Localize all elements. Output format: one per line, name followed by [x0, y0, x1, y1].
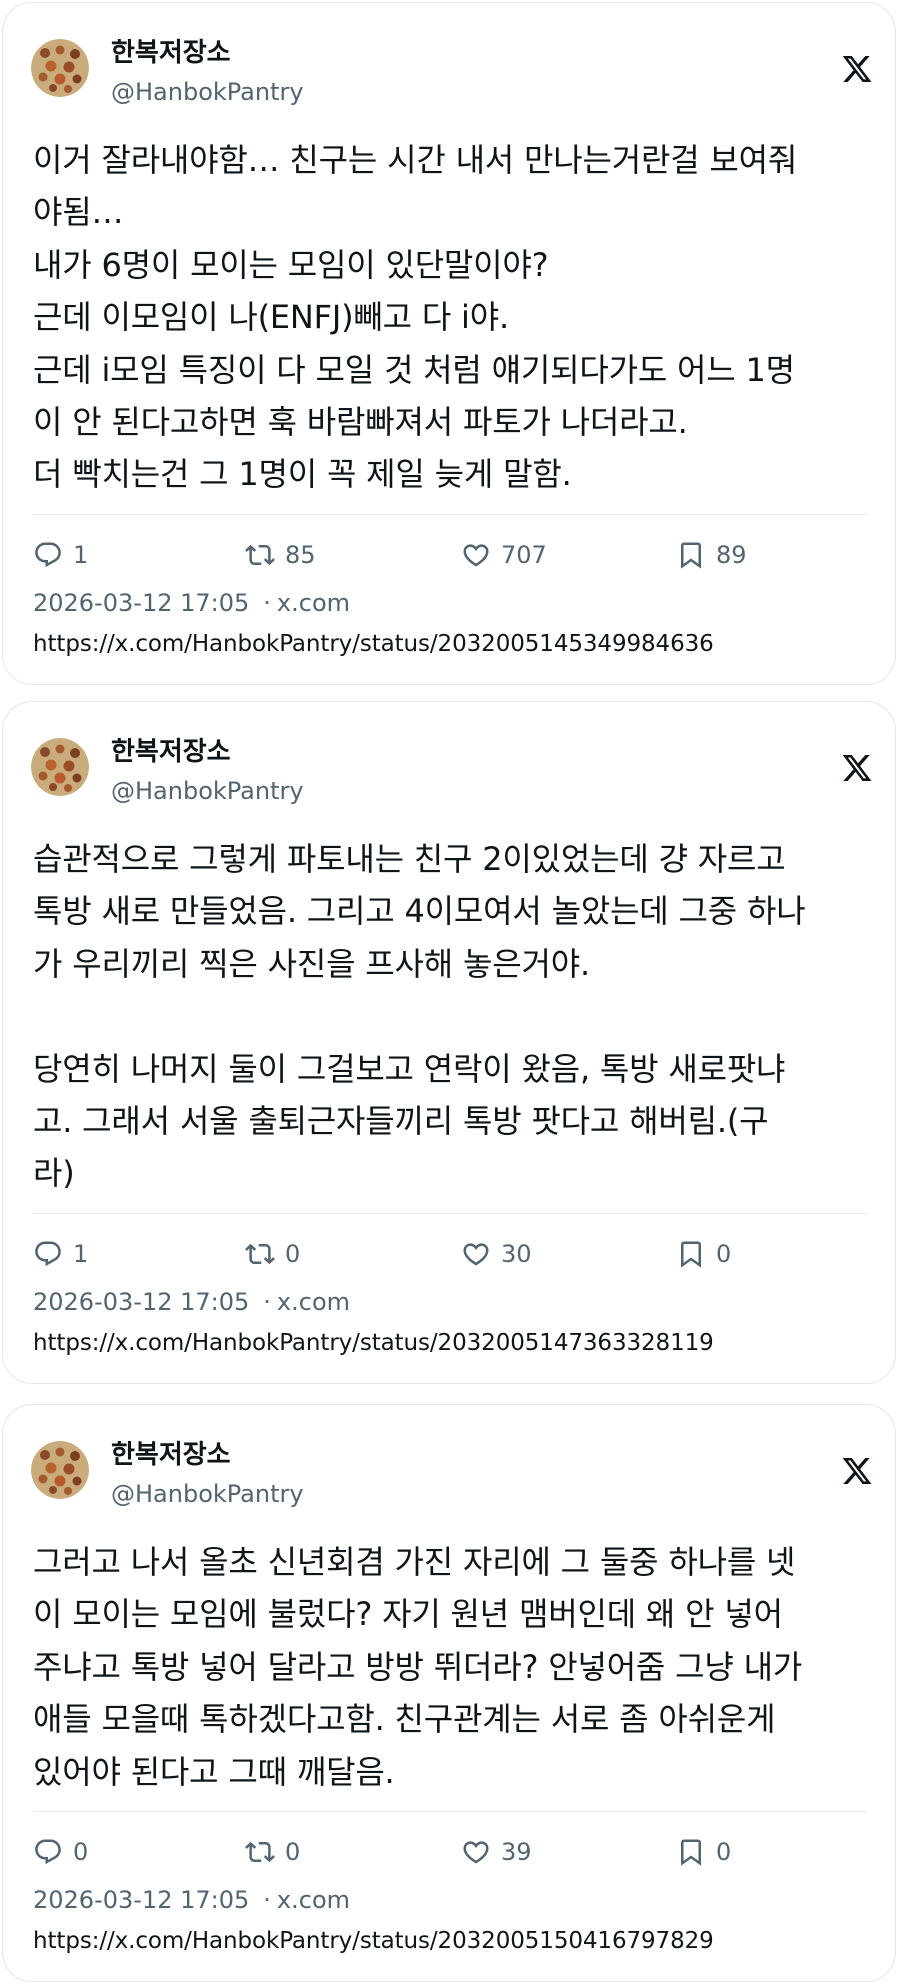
- timestamp[interactable]: 2026-03-12 17:05: [33, 1886, 249, 1914]
- bookmark-icon: [676, 1239, 706, 1269]
- reply-count: 0: [73, 1838, 89, 1866]
- timestamp[interactable]: 2026-03-12 17:05: [33, 589, 249, 617]
- user-handle[interactable]: @HanbokPantry: [111, 776, 304, 806]
- bookmark-count: 89: [716, 541, 747, 569]
- heart-icon: [461, 1837, 491, 1867]
- bookmark-button[interactable]: 0: [676, 1237, 731, 1271]
- like-count: 39: [501, 1838, 532, 1866]
- avatar[interactable]: [31, 738, 89, 796]
- repost-icon: [245, 1837, 275, 1867]
- like-button[interactable]: 39: [461, 1835, 532, 1869]
- reply-button[interactable]: 1: [33, 538, 88, 572]
- like-button[interactable]: 707: [461, 538, 547, 572]
- bookmark-icon: [676, 1837, 706, 1867]
- bookmark-count: 0: [716, 1838, 732, 1866]
- heart-icon: [461, 540, 491, 570]
- repost-count: 85: [285, 541, 316, 569]
- tweet-text: 이거 잘라내야함… 친구는 시간 내서 만나는거란걸 보여줘 야됨… 내가 6명…: [33, 141, 798, 494]
- bookmark-button[interactable]: 0: [676, 1835, 731, 1869]
- user-handle[interactable]: @HanbokPantry: [111, 77, 304, 107]
- like-count: 707: [501, 541, 547, 569]
- reply-icon: [33, 1837, 63, 1867]
- bookmark-icon: [676, 540, 706, 570]
- tweet-url[interactable]: https://x.com/HanbokPantry/status/203200…: [33, 629, 714, 659]
- source-label: x.com: [276, 1288, 351, 1316]
- tweet-url[interactable]: https://x.com/HanbokPantry/status/203200…: [33, 1328, 714, 1358]
- tweet-meta: 2026-03-12 17:05 · x.com: [33, 1288, 351, 1316]
- reply-count: 1: [73, 541, 89, 569]
- avatar-image: [31, 1441, 89, 1499]
- avatar[interactable]: [31, 39, 89, 97]
- tweet-meta: 2026-03-12 17:05 · x.com: [33, 589, 351, 617]
- tweet-meta: 2026-03-12 17:05 · x.com: [33, 1886, 351, 1914]
- repost-icon: [245, 540, 275, 570]
- display-name[interactable]: 한복저장소: [111, 37, 231, 69]
- display-name[interactable]: 한복저장소: [111, 736, 231, 768]
- repost-button[interactable]: 85: [245, 538, 316, 572]
- repost-count: 0: [285, 1838, 301, 1866]
- reply-button[interactable]: 0: [33, 1835, 88, 1869]
- repost-icon: [245, 1239, 275, 1269]
- repost-count: 0: [285, 1240, 301, 1268]
- divider: [33, 1811, 867, 1812]
- user-handle[interactable]: @HanbokPantry: [111, 1479, 304, 1509]
- avatar-image: [31, 738, 89, 796]
- repost-button[interactable]: 0: [245, 1835, 300, 1869]
- reply-count: 1: [73, 1240, 89, 1268]
- x-logo-icon[interactable]: [841, 752, 873, 784]
- like-count: 30: [501, 1240, 532, 1268]
- avatar-image: [31, 39, 89, 97]
- reply-button[interactable]: 1: [33, 1237, 88, 1271]
- bookmark-count: 0: [716, 1240, 732, 1268]
- divider: [33, 1213, 867, 1214]
- tweet-url[interactable]: https://x.com/HanbokPantry/status/203200…: [33, 1926, 714, 1956]
- reply-icon: [33, 1239, 63, 1269]
- tweet-card: 한복저장소 @HanbokPantry 습관적으로 그렇게 파토내는 친구 2이…: [2, 701, 896, 1384]
- source-label: x.com: [276, 589, 351, 617]
- x-logo-icon[interactable]: [841, 53, 873, 85]
- tweet-card: 한복저장소 @HanbokPantry 그러고 나서 올초 신년회겸 가진 자리…: [2, 1404, 896, 1982]
- x-logo-icon[interactable]: [841, 1455, 873, 1487]
- source-label: x.com: [276, 1886, 351, 1914]
- timestamp[interactable]: 2026-03-12 17:05: [33, 1288, 249, 1316]
- tweet-text: 습관적으로 그렇게 파토내는 친구 2이있었는데 걍 자르고 톡방 새로 만들었…: [33, 840, 806, 1193]
- heart-icon: [461, 1239, 491, 1269]
- tweet-text: 그러고 나서 올초 신년회겸 가진 자리에 그 둘중 하나를 넷 이 모이는 모…: [33, 1543, 803, 1791]
- bookmark-button[interactable]: 89: [676, 538, 747, 572]
- repost-button[interactable]: 0: [245, 1237, 300, 1271]
- tweet-card: 한복저장소 @HanbokPantry 이거 잘라내야함… 친구는 시간 내서 …: [2, 2, 896, 685]
- like-button[interactable]: 30: [461, 1237, 532, 1271]
- avatar[interactable]: [31, 1441, 89, 1499]
- display-name[interactable]: 한복저장소: [111, 1439, 231, 1471]
- divider: [33, 514, 867, 515]
- reply-icon: [33, 540, 63, 570]
